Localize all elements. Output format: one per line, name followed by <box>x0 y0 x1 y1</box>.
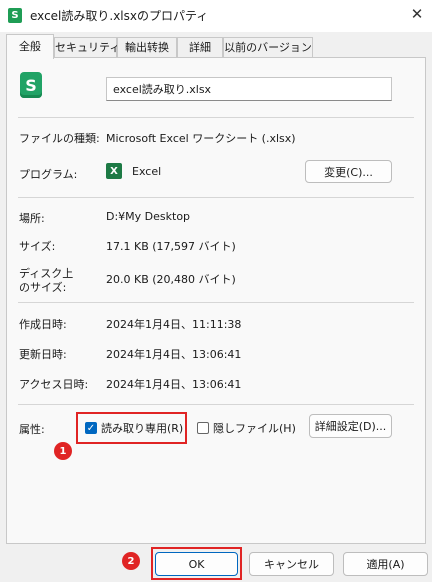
advanced-attributes-button[interactable]: 詳細設定(D)... <box>309 414 392 438</box>
disk-size-label-line2: のサイズ: <box>19 281 67 294</box>
program-label: プログラム: <box>19 168 78 181</box>
modified-label: 更新日時: <box>19 348 67 361</box>
location-value: D:¥My Desktop <box>106 210 191 223</box>
filename-input[interactable] <box>106 77 392 101</box>
change-program-button[interactable]: 変更(C)... <box>305 160 392 183</box>
file-type-value: Microsoft Excel ワークシート (.xlsx) <box>106 132 296 145</box>
callout-badge-1: 1 <box>54 442 72 460</box>
divider <box>18 117 414 118</box>
divider <box>18 302 414 303</box>
spreadsheet-file-icon: S <box>20 72 42 98</box>
divider <box>18 404 414 405</box>
disk-size-value: 20.0 KB (20,480 バイト) <box>106 273 236 286</box>
spreadsheet-app-icon: S <box>8 8 22 23</box>
location-label: 場所: <box>19 212 45 225</box>
accessed-label: アクセス日時: <box>19 378 89 391</box>
tab-export-convert[interactable]: 輸出转换 <box>117 37 177 58</box>
window-title: excel読み取り.xlsxのプロパティ <box>30 9 209 23</box>
size-label: サイズ: <box>19 240 56 253</box>
excel-icon: X <box>106 163 122 179</box>
tab-security[interactable]: セキュリティ <box>54 37 120 58</box>
hidden-checkbox[interactable] <box>197 422 209 434</box>
readonly-label[interactable]: 読み取り専用(R) <box>101 420 183 436</box>
program-value: Excel <box>132 165 162 178</box>
ok-button[interactable]: OK <box>155 552 238 576</box>
size-value: 17.1 KB (17,597 バイト) <box>106 240 236 253</box>
divider <box>18 197 414 198</box>
close-icon[interactable]: ✕ <box>408 5 426 23</box>
attributes-label: 属性: <box>19 423 45 436</box>
file-type-label: ファイルの種類: <box>19 132 100 145</box>
modified-value: 2024年1月4日、13:06:41 <box>106 348 242 361</box>
created-value: 2024年1月4日、11:11:38 <box>106 318 242 331</box>
tab-details[interactable]: 詳細 <box>177 37 223 58</box>
tab-previous-versions[interactable]: 以前のバージョン <box>223 37 313 58</box>
apply-button[interactable]: 適用(A) <box>343 552 428 576</box>
tab-general[interactable]: 全般 <box>6 34 54 59</box>
callout-badge-2: 2 <box>122 552 140 570</box>
hidden-label[interactable]: 隠しファイル(H) <box>213 420 296 436</box>
accessed-value: 2024年1月4日、13:06:41 <box>106 378 242 391</box>
cancel-button[interactable]: キャンセル <box>249 552 334 576</box>
created-label: 作成日時: <box>19 318 67 331</box>
readonly-checkbox[interactable]: ✓ <box>85 422 97 434</box>
